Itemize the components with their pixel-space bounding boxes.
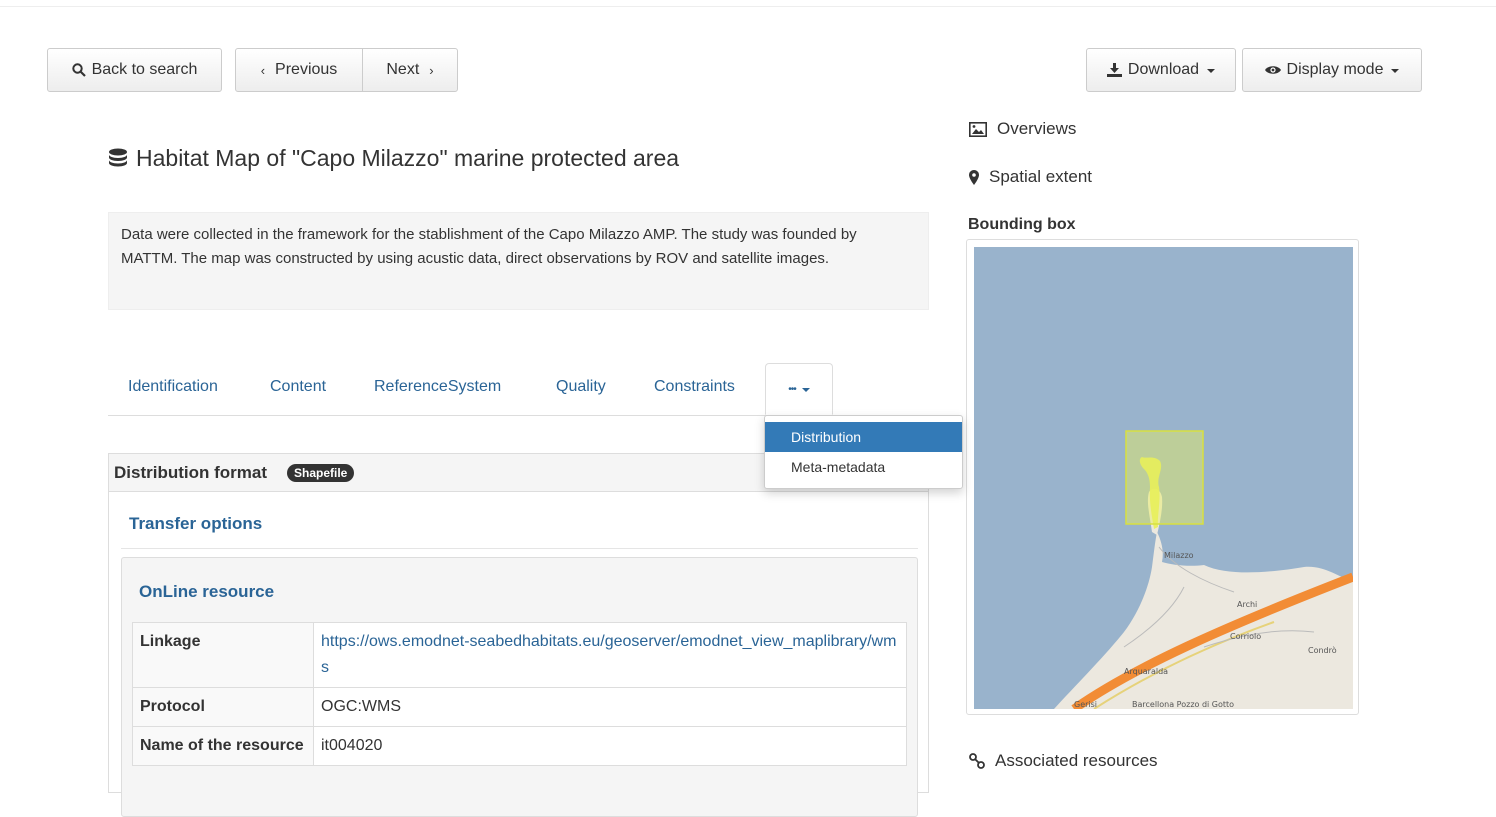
caret-down-icon (801, 388, 810, 392)
associated-resources-heading: Associated resources (969, 751, 1158, 771)
map-place-label: Arquaralda (1124, 667, 1168, 676)
display-mode-label: Display mode (1286, 61, 1384, 78)
linkage-link[interactable]: https://ows.emodnet-seabedhabitats.eu/ge… (321, 633, 896, 676)
chevron-left-icon: ‹ (260, 62, 266, 78)
map-marker-icon (969, 169, 979, 185)
back-to-search-label: Back to search (91, 61, 198, 78)
download-icon (1106, 63, 1122, 77)
map-canvas: Milazzo Archi Corriolo Condrò Arquaralda… (974, 247, 1353, 709)
tab-identification[interactable]: Identification (128, 363, 218, 415)
eye-icon (1264, 66, 1281, 74)
chevron-right-icon: › (429, 62, 434, 78)
download-button[interactable]: Download (1086, 48, 1236, 92)
metadata-tabs: Identification Content ReferenceSystem Q… (108, 363, 929, 416)
overviews-label: Overviews (997, 119, 1077, 138)
transfer-options-title: Transfer options (129, 514, 263, 533)
row-key: Protocol (132, 687, 314, 727)
more-tabs-menu: Distribution Meta-metadata (764, 415, 963, 489)
menu-item-distribution[interactable]: Distribution (765, 422, 962, 452)
page-title: Habitat Map of "Capo Milazzo" marine pro… (108, 145, 679, 172)
overviews-heading: Overviews (969, 119, 1076, 139)
database-icon (109, 148, 127, 166)
row-value: it004020 (313, 726, 907, 766)
next-button[interactable]: Next › (362, 48, 458, 92)
row-key: Name of the resource (132, 726, 314, 766)
map-place-label: Barcellona Pozzo di Gotto (1132, 700, 1234, 709)
map-place-label: Gerisi (1074, 700, 1097, 709)
top-border (0, 0, 1496, 7)
online-resource-table: Linkage https://ows.emodnet-seabedhabita… (132, 622, 907, 766)
tab-content[interactable]: Content (270, 363, 326, 415)
tab-more-dropdown[interactable]: ••• (765, 363, 833, 415)
spatial-extent-heading: Spatial extent (969, 167, 1092, 187)
menu-item-meta-metadata[interactable]: Meta-metadata (765, 452, 962, 482)
row-value: OGC:WMS (313, 687, 907, 727)
online-resource-box: OnLine resource Linkage https://ows.emod… (121, 557, 918, 817)
record-title: Habitat Map of "Capo Milazzo" marine pro… (136, 145, 680, 171)
distribution-panel: Distribution format Shapefile Transfer o… (108, 453, 929, 817)
distribution-format-label: Distribution format (114, 462, 267, 482)
map-place-label: Corriolo (1230, 632, 1261, 641)
row-key: Linkage (132, 622, 314, 688)
next-label: Next (386, 61, 420, 78)
bounding-box-map[interactable]: Milazzo Archi Corriolo Condrò Arquaralda… (974, 247, 1353, 709)
tab-quality[interactable]: Quality (556, 363, 606, 415)
previous-label: Previous (275, 61, 338, 78)
download-label: Download (1127, 61, 1200, 78)
caret-down-icon (1391, 69, 1400, 73)
map-place-label: Milazzo (1164, 551, 1194, 560)
search-icon (71, 63, 86, 77)
table-row: Protocol OGC:WMS (132, 687, 907, 727)
online-resource-title: OnLine resource (139, 582, 275, 601)
more-icon: ••• (788, 383, 796, 395)
previous-button[interactable]: ‹ Previous (235, 48, 363, 92)
format-badge: Shapefile (287, 463, 355, 482)
image-icon (969, 121, 987, 137)
associated-resources-label: Associated resources (995, 751, 1158, 770)
abstract: Data were collected in the framework for… (108, 212, 929, 310)
display-mode-button[interactable]: Display mode (1242, 48, 1422, 92)
link-icon (969, 753, 985, 769)
bounding-box-map-frame: Milazzo Archi Corriolo Condrò Arquaralda… (966, 239, 1359, 715)
row-value: https://ows.emodnet-seabedhabitats.eu/ge… (313, 622, 907, 688)
caret-down-icon (1207, 69, 1216, 73)
table-row: Name of the resource it004020 (132, 726, 907, 766)
spatial-extent-label: Spatial extent (989, 167, 1093, 186)
tab-reference-system[interactable]: ReferenceSystem (374, 363, 501, 415)
map-place-label: Condrò (1308, 645, 1337, 655)
table-row: Linkage https://ows.emodnet-seabedhabita… (132, 622, 907, 688)
back-to-search-button[interactable]: Back to search (47, 48, 222, 92)
divider (121, 548, 918, 549)
tab-constraints[interactable]: Constraints (654, 363, 735, 415)
map-place-label: Archi (1237, 600, 1257, 609)
bounding-box-label: Bounding box (968, 216, 1076, 233)
